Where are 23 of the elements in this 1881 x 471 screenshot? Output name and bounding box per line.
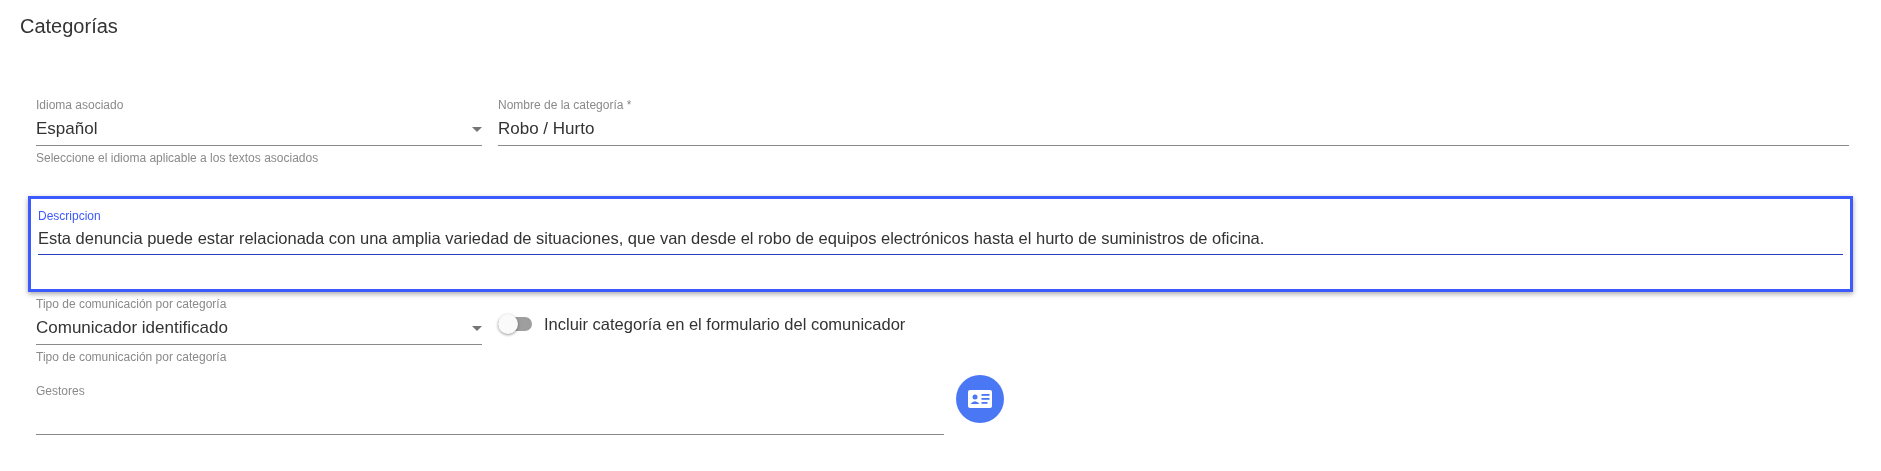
dropdown-caret-icon [472, 126, 482, 132]
field-hint: Tipo de comunicación por categoría [36, 349, 228, 365]
field-label: Gestores [36, 383, 86, 399]
text-field[interactable]: Nombre de la categoría * Robo / Hurto [498, 97, 1849, 146]
field-value: Esta denuncia puede estar relacionada con una amplia variedad de situaciones, que van desde el robo de equipos electrónicos hasta el hurto de suministros de oficina. [38, 228, 1266, 249]
managers-field[interactable]: Gestores [36, 383, 944, 435]
dropdown-caret-icon [472, 325, 482, 331]
contact-card-button[interactable] [956, 375, 1004, 423]
select-field[interactable]: Tipo de comunicación por categoría Comunicador identificado [36, 296, 482, 345]
field-label: Descripcion [38, 208, 102, 224]
description-field[interactable]: Descripcion Esta denuncia puede estar relacionada con una amplia variedad de situaciones, que van desde el robo de equipos electrónicos hasta el hurto de suministros de oficina. [28, 196, 1853, 292]
field-value: Robo / Hurto [498, 118, 596, 140]
toggle-switch[interactable] [498, 317, 532, 331]
field-hint: Seleccione el idioma aplicable a los textos asociados [36, 150, 320, 166]
field-label: Tipo de comunicación por categoría [36, 296, 228, 312]
field-value: Español [36, 118, 98, 140]
contact-card-icon [968, 390, 992, 408]
field-label: Idioma asociado [36, 97, 125, 113]
page-title: Categorías [20, 14, 119, 39]
select-field[interactable]: Idioma asociado Español [36, 97, 482, 146]
field-label: Nombre de la categoría * [498, 97, 633, 113]
toggle-label: Incluir categoría en el formulario del comunicador [544, 313, 906, 335]
field-value: Comunicador identificado [36, 317, 228, 339]
